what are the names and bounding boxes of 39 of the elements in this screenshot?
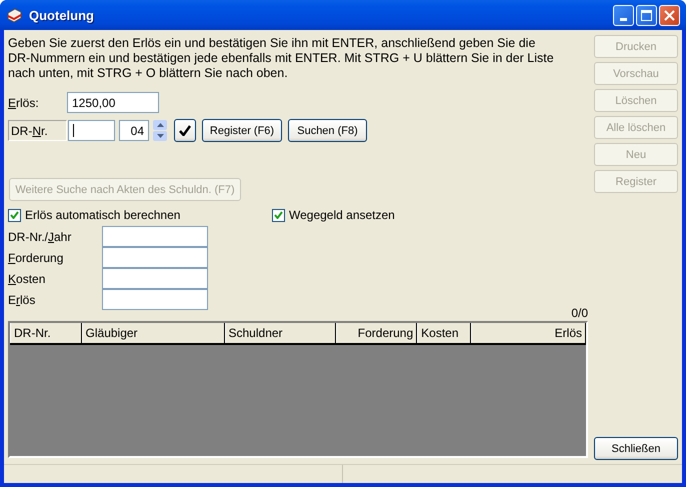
record-counter: 0/0: [571, 306, 588, 320]
input-field[interactable]: [102, 226, 208, 247]
year-field[interactable]: 04: [119, 120, 149, 141]
field-label: Erlös: [8, 292, 36, 306]
register-button[interactable]: Register (F6): [202, 119, 282, 142]
checkbox[interactable]: [272, 208, 285, 222]
search-button[interactable]: Suchen (F8): [288, 119, 367, 142]
column-header[interactable]: Erlös: [470, 323, 586, 343]
revenue-label: Erlös:: [8, 96, 40, 110]
app-icon: [6, 7, 23, 23]
maximize-icon: [641, 10, 652, 20]
checkbox-label: Wegegeld ansetzen: [289, 208, 395, 222]
close-icon: [664, 10, 675, 20]
instructions-text: Geben Sie zuerst den Erlös ein und bestätigen Sie ihn mit ENTER, anschließend geben Sie die DR-Nummern ein und bestätigen jede ebenfalls mit ENTER. Mit STRG + U blättern Sie in der Liste nach unten, mit STRG + O blättern Sie nach oben.: [8, 36, 555, 81]
input-field[interactable]: [102, 289, 208, 310]
input-field[interactable]: [102, 268, 208, 289]
revenue-field[interactable]: 1250,00: [67, 92, 159, 113]
window-title: Quotelung: [29, 8, 95, 22]
checkbox[interactable]: [8, 208, 21, 222]
column-header[interactable]: Gläubiger: [82, 323, 224, 343]
dr-number-label: DR-Nr.: [8, 120, 67, 141]
column-header[interactable]: DR-Nr.: [10, 323, 82, 343]
dr-number-field[interactable]: [68, 120, 115, 141]
check-icon: [179, 125, 191, 136]
maximize-button[interactable]: [636, 4, 657, 26]
field-label: Forderung: [8, 250, 64, 264]
minimize-button[interactable]: [613, 4, 634, 26]
confirm-button[interactable]: [174, 119, 196, 142]
minimize-icon: [620, 18, 627, 20]
spin-buttons[interactable]: [153, 120, 167, 141]
field-label: DR-Nr./Jahr: [8, 230, 72, 244]
close-button[interactable]: [659, 4, 680, 26]
field-label: Kosten: [8, 272, 46, 286]
input-field[interactable]: [102, 247, 208, 268]
close-dialog-button[interactable]: Schließen: [594, 437, 678, 460]
column-header[interactable]: Kosten: [417, 323, 471, 343]
column-header[interactable]: Schuldner: [224, 323, 336, 343]
checkbox-label: Erlös automatisch berechnen: [25, 208, 180, 222]
column-header[interactable]: Forderung: [336, 323, 418, 343]
